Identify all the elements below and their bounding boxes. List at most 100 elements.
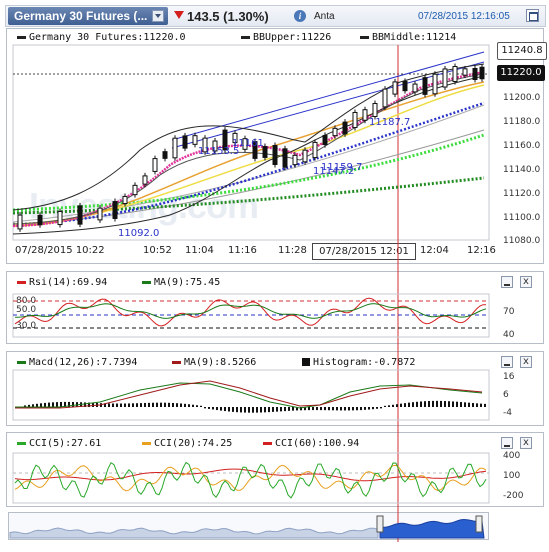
histogram-bar (308, 407, 310, 411)
candle (382, 88, 388, 108)
histogram-bar (420, 401, 422, 407)
histogram-bar (364, 407, 366, 410)
candle (412, 83, 418, 93)
histogram-bar (312, 407, 314, 411)
candle (342, 121, 348, 135)
candle (17, 214, 23, 230)
histogram-bar (328, 407, 330, 411)
histogram-bar (248, 407, 250, 413)
histogram-bar (376, 407, 378, 409)
candle (142, 175, 148, 185)
candle (432, 73, 438, 95)
trendline-upper (171, 51, 485, 141)
histogram-bar (340, 407, 342, 411)
histogram-bar (392, 404, 394, 407)
candle (112, 201, 118, 219)
rsi-line (14, 297, 486, 327)
histogram-bar (316, 407, 318, 411)
histogram-bar (212, 407, 214, 410)
macd-plot-frame (12, 369, 490, 421)
annotation-left2: 11161 (232, 138, 264, 149)
candle (77, 205, 83, 225)
navigator-selection (379, 518, 485, 539)
candle (272, 145, 278, 165)
ma-pink (12, 70, 485, 228)
histogram-bar (220, 407, 222, 411)
navigator-handle-left[interactable] (376, 515, 384, 533)
histogram-bar (344, 407, 346, 411)
histogram-bar (360, 407, 362, 411)
candle (452, 66, 458, 82)
histogram-bar (176, 403, 178, 407)
histogram-bar (424, 401, 426, 407)
histogram-bar (52, 402, 54, 407)
histogram-bar (448, 401, 450, 407)
histogram-bar (148, 402, 150, 407)
ma-gray-2 (12, 104, 485, 223)
chart-canvas[interactable]: 11092.0 11187.7 11159.7 11147.2 11153.5 … (0, 0, 549, 552)
rsi-ma-line (14, 303, 487, 319)
candle (302, 149, 308, 163)
candle (292, 154, 298, 166)
candle (172, 137, 178, 159)
candle (479, 66, 485, 80)
histogram-bar (456, 401, 458, 407)
histogram-bar (404, 403, 406, 407)
candle (442, 68, 448, 88)
histogram-bar (160, 402, 162, 407)
histogram-bar (140, 403, 142, 407)
cci5-line (14, 461, 487, 499)
histogram-bar (208, 407, 210, 409)
histogram-bar (472, 403, 474, 407)
histogram-bar (132, 403, 134, 407)
candle (192, 135, 198, 145)
histogram-bar (388, 405, 390, 407)
chart-widget: Germany 30 Futures (... 143.5 (1.30%) i … (0, 0, 549, 552)
candle (57, 210, 63, 226)
histogram-bar (180, 403, 182, 407)
histogram-bar (48, 402, 50, 407)
histogram-bar (228, 407, 230, 412)
histogram-bar (272, 407, 274, 412)
macd-line (15, 382, 483, 409)
histogram-bar (144, 402, 146, 407)
ma-orange (12, 81, 485, 227)
histogram-bar (368, 407, 370, 410)
histogram-bar (460, 402, 462, 407)
histogram-bar (480, 403, 482, 407)
histogram-bar (332, 407, 334, 411)
histogram-bar (428, 401, 430, 407)
histogram-bar (172, 402, 174, 407)
candle (322, 134, 328, 146)
histogram-bar (72, 402, 74, 407)
candle (332, 127, 338, 137)
histogram-bar (164, 402, 166, 407)
histogram-bar (204, 407, 206, 409)
histogram-bar (200, 405, 202, 407)
ma-darkgreen (12, 176, 485, 215)
histogram-bar (400, 403, 402, 407)
histogram-bar (196, 405, 198, 407)
histogram-bar (440, 400, 442, 407)
histogram-bar (276, 407, 278, 412)
candle (392, 81, 398, 95)
navigator-handle-right[interactable] (475, 515, 483, 533)
histogram-bar (288, 407, 290, 411)
histogram-bar (108, 403, 110, 407)
histogram-bar (352, 407, 354, 411)
candle (162, 151, 168, 159)
candle (132, 184, 138, 196)
histogram-bar (184, 403, 186, 407)
histogram-bar (444, 401, 446, 407)
histogram-bar (356, 407, 358, 411)
histogram-bar (432, 400, 434, 407)
histogram-bar (112, 403, 114, 407)
histogram-bar (232, 407, 234, 412)
candle (152, 158, 158, 172)
histogram-bar (396, 404, 398, 407)
histogram-bar (412, 402, 414, 407)
candle (182, 135, 188, 149)
histogram-bar (136, 403, 138, 407)
histogram-bar (320, 407, 322, 411)
histogram-bar (264, 407, 266, 413)
